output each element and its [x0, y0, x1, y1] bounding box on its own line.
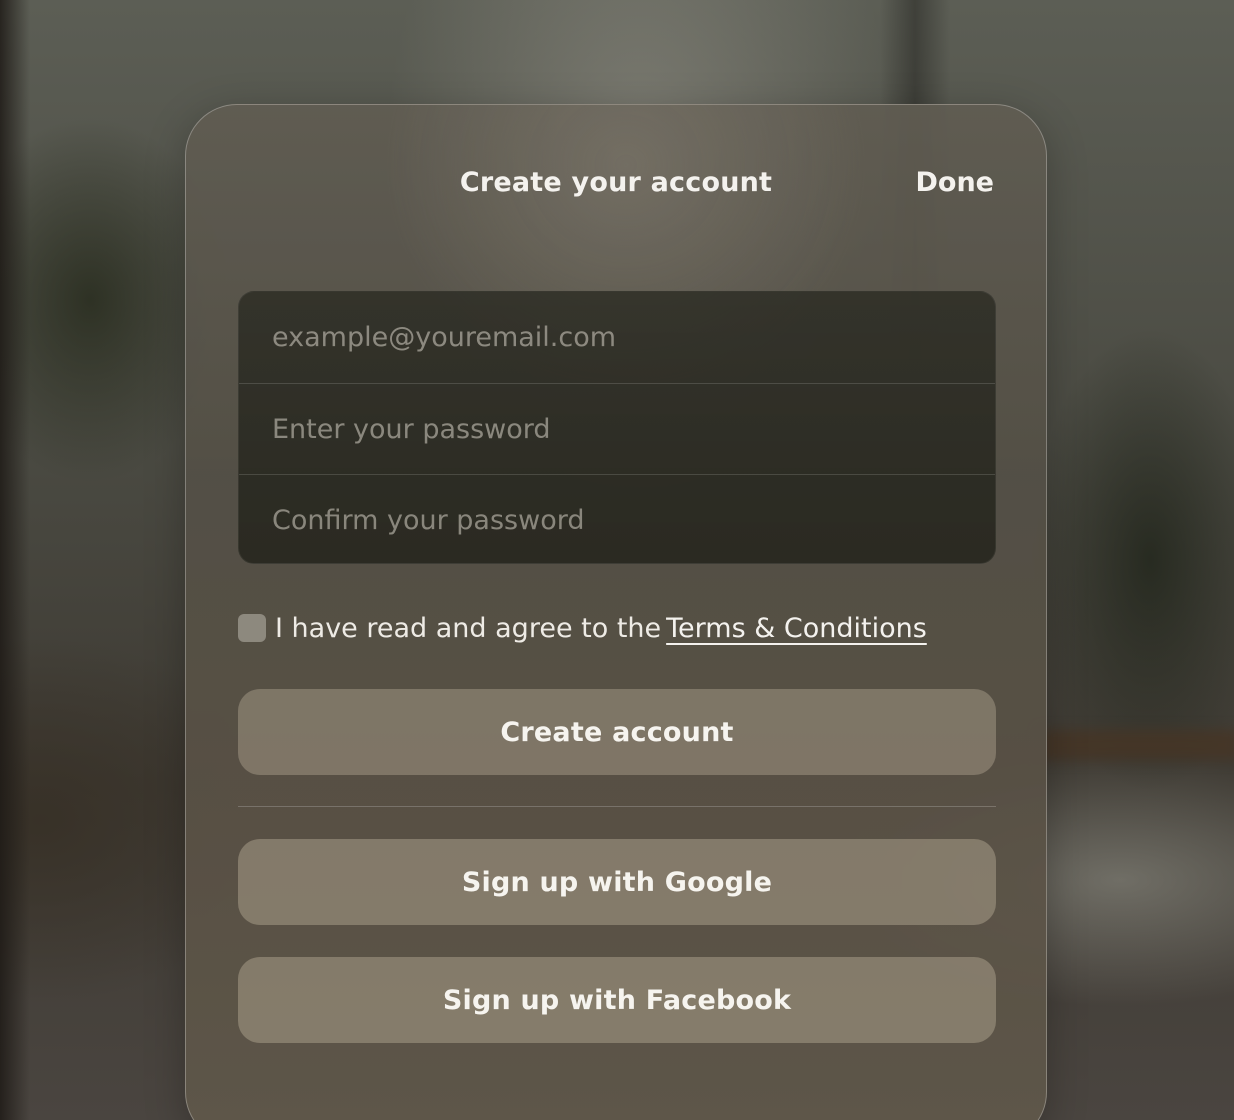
done-button[interactable]: Done: [916, 167, 995, 198]
background-shelf: [1040, 730, 1234, 760]
confirm-password-field[interactable]: [272, 504, 995, 536]
google-signup-button[interactable]: Sign up with Google: [238, 839, 996, 925]
email-field[interactable]: [272, 322, 995, 353]
password-field[interactable]: [272, 413, 995, 445]
terms-checkbox[interactable]: [238, 614, 266, 642]
facebook-signup-button[interactable]: Sign up with Facebook: [238, 957, 996, 1043]
terms-agreement-row: I have read and agree to the Terms & Con…: [238, 611, 927, 645]
background-window-frame: [0, 0, 30, 1120]
create-account-sheet: Create your account Done I have read and…: [185, 104, 1047, 1120]
terms-agreement-label: I have read and agree to the: [275, 612, 662, 644]
email-field-row: [239, 292, 995, 383]
credentials-field-group: [238, 291, 996, 564]
divider: [238, 806, 996, 807]
confirm-password-field-row: [239, 474, 995, 563]
password-field-row: [239, 383, 995, 474]
terms-conditions-link[interactable]: Terms & Conditions: [666, 613, 927, 644]
create-account-button[interactable]: Create account: [238, 689, 996, 775]
background-scene: Create your account Done I have read and…: [0, 0, 1234, 1120]
